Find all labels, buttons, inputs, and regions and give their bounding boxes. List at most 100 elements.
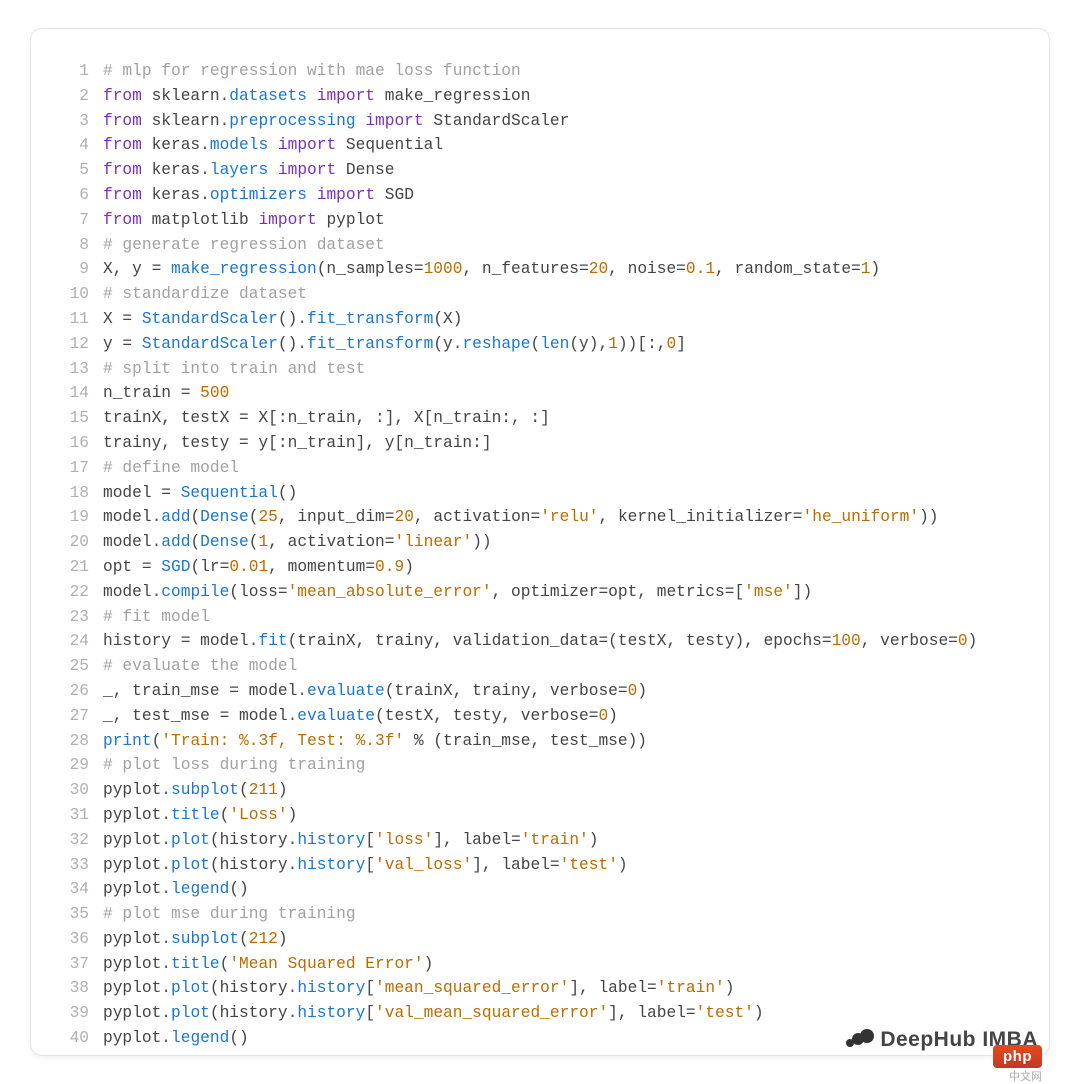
token-id: pyplot — [103, 930, 161, 948]
code-content[interactable]: # standardize dataset — [103, 282, 307, 307]
code-line[interactable]: 4from keras.models import Sequential — [31, 133, 1023, 158]
code-content[interactable]: from keras.optimizers import SGD — [103, 183, 414, 208]
code-line[interactable]: 5from keras.layers import Dense — [31, 158, 1023, 183]
code-line[interactable]: 12y = StandardScaler().fit_transform(y.r… — [31, 332, 1023, 357]
code-content[interactable]: pyplot.title('Loss') — [103, 803, 297, 828]
code-content[interactable]: model.add(Dense(25, input_dim=20, activa… — [103, 505, 939, 530]
code-content[interactable]: # define model — [103, 456, 239, 481]
code-content[interactable]: # generate regression dataset — [103, 233, 385, 258]
code-content[interactable]: model = Sequential() — [103, 481, 297, 506]
code-content[interactable]: X = StandardScaler().fit_transform(X) — [103, 307, 462, 332]
token-id: , verbose= — [861, 632, 958, 650]
code-content[interactable]: pyplot.title('Mean Squared Error') — [103, 952, 433, 977]
code-line[interactable]: 30pyplot.subplot(211) — [31, 778, 1023, 803]
code-content[interactable]: history = model.fit(trainX, trainy, vali… — [103, 629, 977, 654]
code-content[interactable]: X, y = make_regression(n_samples=1000, n… — [103, 257, 880, 282]
code-content[interactable]: pyplot.plot(history.history['val_mean_sq… — [103, 1001, 764, 1026]
code-line[interactable]: 1# mlp for regression with mae loss func… — [31, 59, 1023, 84]
token-str: 'train' — [521, 831, 589, 849]
code-line[interactable]: 36pyplot.subplot(212) — [31, 927, 1023, 952]
code-content[interactable]: trainy, testy = y[:n_train], y[n_train:] — [103, 431, 492, 456]
code-line[interactable]: 15trainX, testX = X[:n_train, :], X[n_tr… — [31, 406, 1023, 431]
code-line[interactable]: 16trainy, testy = y[:n_train], y[n_train… — [31, 431, 1023, 456]
code-line[interactable]: 3from sklearn.preprocessing import Stand… — [31, 109, 1023, 134]
code-line[interactable]: 20model.add(Dense(1, activation='linear'… — [31, 530, 1023, 555]
code-line[interactable]: 33pyplot.plot(history.history['val_loss'… — [31, 853, 1023, 878]
code-content[interactable]: # plot loss during training — [103, 753, 365, 778]
token-str: 'linear' — [394, 533, 472, 551]
token-com: # fit model — [103, 608, 210, 626]
code-line[interactable]: 18model = Sequential() — [31, 481, 1023, 506]
code-line[interactable]: 7from matplotlib import pyplot — [31, 208, 1023, 233]
code-line[interactable]: 6from keras.optimizers import SGD — [31, 183, 1023, 208]
code-content[interactable]: from keras.layers import Dense — [103, 158, 394, 183]
code-content[interactable]: # plot mse during training — [103, 902, 356, 927]
token-op: . — [152, 508, 162, 526]
code-line[interactable]: 19model.add(Dense(25, input_dim=20, acti… — [31, 505, 1023, 530]
code-line[interactable]: 17# define model — [31, 456, 1023, 481]
code-content[interactable]: # fit model — [103, 605, 210, 630]
code-content[interactable]: model.compile(loss='mean_absolute_error'… — [103, 580, 812, 605]
code-content[interactable]: from sklearn.datasets import make_regres… — [103, 84, 530, 109]
token-fn: history — [297, 1004, 365, 1022]
code-content[interactable]: print('Train: %.3f, Test: %.3f' % (train… — [103, 729, 647, 754]
code-content[interactable]: opt = SGD(lr=0.01, momentum=0.9) — [103, 555, 414, 580]
token-str: 'train' — [657, 979, 725, 997]
code-line[interactable]: 9X, y = make_regression(n_samples=1000, … — [31, 257, 1023, 282]
code-content[interactable]: pyplot.subplot(212) — [103, 927, 288, 952]
code-line[interactable]: 26_, train_mse = model.evaluate(trainX, … — [31, 679, 1023, 704]
code-content[interactable]: pyplot.legend() — [103, 1026, 249, 1051]
code-content[interactable]: y = StandardScaler().fit_transform(y.res… — [103, 332, 686, 357]
code-line[interactable]: 29# plot loss during training — [31, 753, 1023, 778]
code-line[interactable]: 22model.compile(loss='mean_absolute_erro… — [31, 580, 1023, 605]
code-content[interactable]: trainX, testX = X[:n_train, :], X[n_trai… — [103, 406, 550, 431]
token-op: . — [200, 161, 210, 179]
code-line[interactable]: 31pyplot.title('Loss') — [31, 803, 1023, 828]
code-line[interactable]: 23# fit model — [31, 605, 1023, 630]
code-line[interactable]: 37pyplot.title('Mean Squared Error') — [31, 952, 1023, 977]
code-line[interactable]: 25# evaluate the model — [31, 654, 1023, 679]
code-content[interactable]: pyplot.plot(history.history['loss'], lab… — [103, 828, 598, 853]
code-content[interactable]: n_train = 500 — [103, 381, 229, 406]
code-line[interactable]: 27_, test_mse = model.evaluate(testX, te… — [31, 704, 1023, 729]
token-id: model = — [103, 484, 181, 502]
code-content[interactable]: model.add(Dense(1, activation='linear')) — [103, 530, 492, 555]
code-content[interactable]: from matplotlib import pyplot — [103, 208, 385, 233]
code-line[interactable]: 14n_train = 500 — [31, 381, 1023, 406]
code-line[interactable]: 2from sklearn.datasets import make_regre… — [31, 84, 1023, 109]
code-line[interactable]: 32pyplot.plot(history.history['loss'], l… — [31, 828, 1023, 853]
code-line[interactable]: 34pyplot.legend() — [31, 877, 1023, 902]
code-content[interactable]: # split into train and test — [103, 357, 365, 382]
code-line[interactable]: 35# plot mse during training — [31, 902, 1023, 927]
code-content[interactable]: # mlp for regression with mae loss funct… — [103, 59, 521, 84]
code-content[interactable]: _, test_mse = model.evaluate(testX, test… — [103, 704, 618, 729]
code-line[interactable]: 28print('Train: %.3f, Test: %.3f' % (tra… — [31, 729, 1023, 754]
code-line[interactable]: 10# standardize dataset — [31, 282, 1023, 307]
code-content[interactable]: # evaluate the model — [103, 654, 297, 679]
code-line[interactable]: 8# generate regression dataset — [31, 233, 1023, 258]
code-content[interactable]: pyplot.plot(history.history['mean_square… — [103, 976, 734, 1001]
code-block[interactable]: 1# mlp for regression with mae loss func… — [31, 29, 1049, 1056]
token-num: 211 — [249, 781, 278, 799]
code-content[interactable]: pyplot.show() — [103, 1051, 229, 1056]
code-content[interactable]: pyplot.legend() — [103, 877, 249, 902]
token-op: . — [288, 707, 298, 725]
code-content[interactable]: pyplot.plot(history.history['val_loss'],… — [103, 853, 628, 878]
token-id: ], label= — [472, 856, 559, 874]
code-content[interactable]: pyplot.subplot(211) — [103, 778, 288, 803]
code-content[interactable]: from keras.models import Sequential — [103, 133, 443, 158]
token-fn: plot — [171, 856, 210, 874]
token-num: 0 — [628, 682, 638, 700]
code-line[interactable]: 24history = model.fit(trainX, trainy, va… — [31, 629, 1023, 654]
code-line[interactable]: 38pyplot.plot(history.history['mean_squa… — [31, 976, 1023, 1001]
code-line[interactable]: 21opt = SGD(lr=0.01, momentum=0.9) — [31, 555, 1023, 580]
token-fn: preprocessing — [229, 112, 355, 130]
code-content[interactable]: _, train_mse = model.evaluate(trainX, tr… — [103, 679, 647, 704]
token-id: sklearn — [142, 87, 220, 105]
token-op: . — [161, 1029, 171, 1047]
code-line[interactable]: 11X = StandardScaler().fit_transform(X) — [31, 307, 1023, 332]
code-content[interactable]: from sklearn.preprocessing import Standa… — [103, 109, 569, 134]
code-line[interactable]: 39pyplot.plot(history.history['val_mean_… — [31, 1001, 1023, 1026]
code-line[interactable]: 13# split into train and test — [31, 357, 1023, 382]
token-id: ))[:, — [618, 335, 667, 353]
